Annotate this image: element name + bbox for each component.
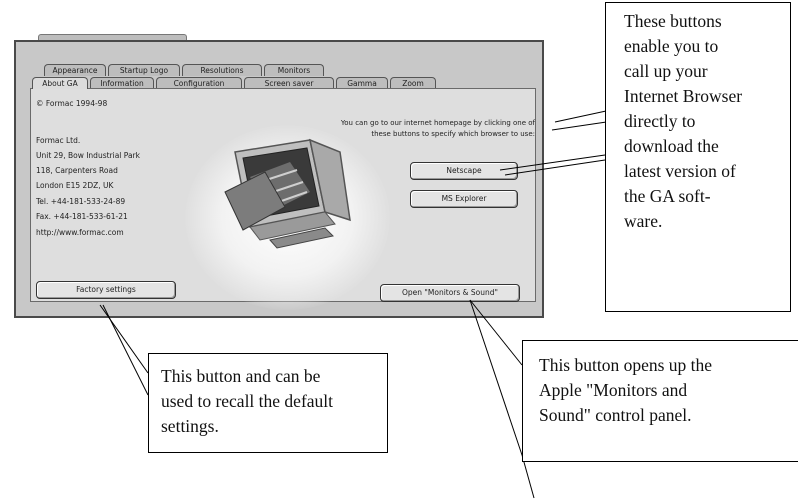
tab-monitors[interactable]: Monitors: [264, 64, 324, 76]
callout-line: settings.: [161, 416, 219, 436]
callout-line: download the: [624, 136, 719, 156]
callout-line: This button and can be: [161, 366, 321, 386]
callout-line: the GA soft-: [624, 186, 711, 206]
address-line: London E15 2DZ, UK: [36, 181, 114, 190]
callout-line: Internet Browser: [624, 86, 743, 106]
callout-line: Apple "Monitors and: [539, 380, 688, 400]
callout-line: ware.: [624, 211, 663, 231]
phone-line: Tel. +44-181-533-24-89: [36, 197, 126, 206]
tab-startup-logo[interactable]: Startup Logo: [108, 64, 180, 76]
fax-line: Fax. +44-181-533-61-21: [36, 212, 128, 221]
callout-line: enable you to: [624, 36, 719, 56]
browser-buttons-callout: These buttons enable you to call up your…: [605, 2, 791, 312]
callout-line: directly to: [624, 111, 696, 131]
callout-line: call up your: [624, 61, 708, 81]
monitor-illustration-icon: [224, 138, 351, 249]
website-link[interactable]: http://www.formac.com: [36, 228, 124, 237]
callout-line: These buttons: [624, 11, 722, 31]
tab-appearance[interactable]: Appearance: [44, 64, 106, 76]
copyright-text: © Formac 1994-98: [36, 99, 108, 108]
address-line: Unit 29, Bow Industrial Park: [36, 151, 140, 160]
monitors-sound-callout: This button opens up the Apple "Monitors…: [522, 340, 798, 462]
netscape-button[interactable]: Netscape: [410, 162, 518, 180]
open-monitors-sound-button[interactable]: Open "Monitors & Sound": [380, 284, 520, 302]
factory-settings-button[interactable]: Factory settings: [36, 281, 176, 299]
address-line: Formac Ltd.: [36, 136, 81, 145]
address-line: 118, Carpenters Road: [36, 166, 118, 175]
ms-explorer-button[interactable]: MS Explorer: [410, 190, 518, 208]
browser-note: You can go to our internet homepage by c…: [340, 119, 535, 138]
factory-settings-callout: This button and can be used to recall th…: [148, 353, 388, 453]
tab-about-ga[interactable]: About GA: [32, 77, 88, 89]
callout-line: latest version of: [624, 161, 736, 181]
callout-line: This button opens up the: [539, 355, 713, 375]
callout-line: used to recall the default: [161, 391, 334, 411]
tab-resolutions[interactable]: Resolutions: [182, 64, 262, 76]
callout-line: Sound" control panel.: [539, 405, 692, 425]
